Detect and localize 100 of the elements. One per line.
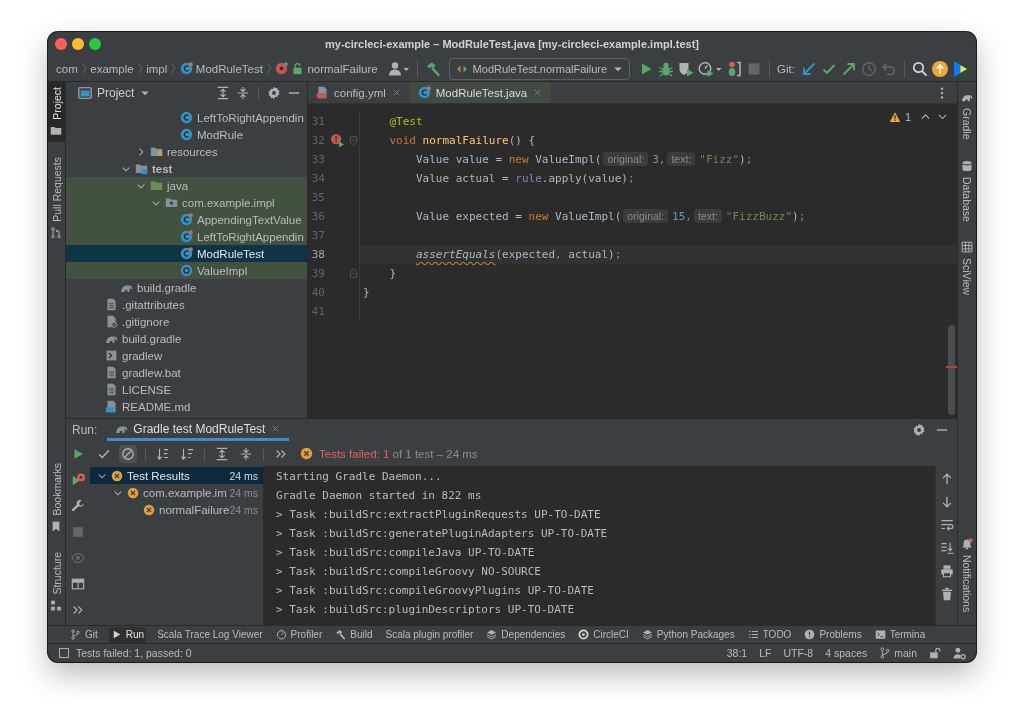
tree-item[interactable]: ModRuleTest bbox=[180, 247, 265, 260]
tool-window-button[interactable]: Problems bbox=[802, 626, 864, 643]
test-node[interactable]: Test Results bbox=[111, 469, 190, 482]
tree-item[interactable]: LeftToRightAppendin bbox=[180, 230, 304, 243]
bug-icon[interactable] bbox=[658, 60, 675, 77]
triangle-logo-icon[interactable] bbox=[952, 60, 968, 77]
zoom-window-button[interactable] bbox=[89, 38, 101, 50]
hammer-icon[interactable] bbox=[424, 60, 441, 77]
tree-item[interactable]: resources bbox=[150, 145, 218, 158]
collapse-arrows-icon[interactable] bbox=[236, 86, 250, 100]
branch-widget[interactable]: main bbox=[879, 647, 917, 659]
scroll-end-icon[interactable] bbox=[939, 541, 954, 555]
tool-window-button[interactable]: Python Packages bbox=[639, 626, 737, 643]
tool-window-tab[interactable]: Bookmarks bbox=[48, 457, 65, 538]
selected-row[interactable]: Test Results 24 ms bbox=[90, 467, 263, 484]
run-tab[interactable]: Gradle test ModRuleTest bbox=[107, 419, 290, 441]
minimize-window-button[interactable] bbox=[72, 38, 84, 50]
tree-item[interactable]: test bbox=[135, 162, 173, 175]
scrollbar-thumb[interactable] bbox=[948, 325, 955, 415]
printer-icon[interactable] bbox=[939, 564, 954, 578]
breadcrumb-item[interactable]: ModRuleTest bbox=[179, 62, 263, 75]
tree-item[interactable]: LICENSE bbox=[105, 383, 172, 396]
breadcrumb-item[interactable]: impl bbox=[146, 62, 168, 75]
selected-row[interactable]: ModRuleTest bbox=[66, 245, 307, 262]
search-icon[interactable] bbox=[912, 60, 928, 77]
person-gear-icon[interactable] bbox=[953, 646, 966, 660]
tree-item[interactable]: README.md bbox=[105, 400, 191, 413]
tool-window-button[interactable]: Git bbox=[68, 626, 100, 643]
tool-window-tab[interactable]: Structure bbox=[48, 547, 65, 617]
trash-icon[interactable] bbox=[939, 587, 954, 601]
highlighted-row[interactable]: java bbox=[66, 177, 307, 194]
caret-position[interactable]: 38:1 bbox=[726, 647, 748, 659]
tree-item[interactable]: .gitattributes bbox=[105, 298, 185, 311]
tool-window-button[interactable]: Dependencies bbox=[484, 626, 568, 643]
play-badge-icon[interactable] bbox=[71, 473, 85, 487]
settings-icon[interactable] bbox=[912, 423, 926, 437]
highlighted-row[interactable]: com.example.impl bbox=[66, 194, 307, 211]
lock-open-icon[interactable] bbox=[929, 647, 941, 659]
tree-item[interactable]: gradlew bbox=[105, 349, 163, 362]
tool-window-tab[interactable]: SciView bbox=[958, 236, 976, 301]
warning-icon[interactable] bbox=[888, 110, 901, 123]
tool-window-tab[interactable]: Notifications bbox=[958, 532, 976, 617]
failed-run-icon[interactable] bbox=[330, 133, 345, 148]
file-encoding[interactable]: UTF-8 bbox=[783, 647, 814, 659]
tree-item[interactable]: com.example.impl bbox=[165, 196, 275, 209]
layout-icon[interactable] bbox=[71, 577, 85, 591]
double-chevron-icon[interactable] bbox=[71, 603, 85, 617]
tool-window-tab[interactable]: Project bbox=[48, 82, 65, 142]
test-node[interactable]: com.example.im bbox=[127, 486, 227, 499]
window-icon bbox=[78, 86, 92, 100]
editor-tab[interactable]: ModRuleTest.java bbox=[409, 82, 552, 103]
highlighted-row[interactable]: LeftToRightAppendin bbox=[66, 228, 307, 245]
tree-item[interactable]: ModRule bbox=[180, 128, 244, 141]
arrow-up-circle-icon[interactable] bbox=[932, 60, 948, 77]
tool-window-button[interactable]: CircleCI bbox=[576, 626, 631, 643]
line-number: 41 bbox=[310, 305, 325, 318]
run-configuration-dropdown[interactable]: ModRuleTest.normalFailure bbox=[448, 57, 631, 80]
tool-window-button[interactable]: Build bbox=[333, 626, 375, 643]
warning-count[interactable]: 1 bbox=[904, 110, 911, 123]
breadcrumb-item[interactable]: normalFailure bbox=[275, 62, 378, 75]
no-entry-icon[interactable] bbox=[119, 444, 137, 463]
tool-window-button[interactable]: Termina bbox=[872, 626, 928, 643]
test-node[interactable]: normalFailure bbox=[143, 503, 230, 516]
highlighted-row[interactable]: ValueImpl bbox=[66, 262, 307, 279]
tool-window-button[interactable]: Scala Trace Log Viewer bbox=[155, 626, 265, 643]
arrow-down-left-icon[interactable] bbox=[801, 60, 817, 77]
shield-play-icon[interactable] bbox=[678, 60, 695, 77]
branch-icon bbox=[70, 629, 81, 640]
settings-icon[interactable] bbox=[267, 86, 281, 100]
tool-window-tab[interactable]: Pull Requests bbox=[48, 151, 65, 244]
tree-item[interactable]: LeftToRightAppendin bbox=[180, 111, 304, 124]
panel-title[interactable]: Project bbox=[97, 86, 135, 100]
tree-item[interactable]: ValueImpl bbox=[180, 264, 248, 277]
highlighted-row[interactable]: AppendingTextValue bbox=[66, 211, 307, 228]
tree-item[interactable]: gradlew.bat bbox=[105, 366, 181, 379]
tool-window-button[interactable]: Scala plugin profiler bbox=[383, 626, 476, 643]
tool-window-button[interactable]: TODO bbox=[745, 626, 794, 643]
tool-window-button[interactable]: Run bbox=[108, 626, 147, 643]
breadcrumb-item[interactable]: com bbox=[56, 62, 78, 75]
dots-bracket-icon[interactable] bbox=[726, 60, 743, 77]
square-icon[interactable] bbox=[58, 647, 70, 659]
wrench-icon[interactable] bbox=[71, 499, 85, 513]
tree-item[interactable]: .gitignore bbox=[105, 315, 170, 328]
tree-item[interactable]: AppendingTextValue bbox=[180, 213, 302, 226]
editor-tab[interactable]: config.yml bbox=[308, 82, 410, 103]
tree-item[interactable]: build.gradle bbox=[105, 332, 182, 345]
tree-item[interactable]: build.gradle bbox=[120, 281, 197, 294]
wrap-icon[interactable] bbox=[939, 518, 954, 532]
person-menu-icon[interactable] bbox=[387, 60, 410, 77]
tool-window-button[interactable]: Profiler bbox=[273, 626, 325, 643]
close-window-button[interactable] bbox=[55, 38, 67, 50]
breadcrumb-item[interactable]: example bbox=[90, 62, 134, 75]
expand-arrows-icon[interactable] bbox=[216, 86, 230, 100]
arrow-up-right-icon[interactable] bbox=[841, 60, 857, 77]
line-separator[interactable]: LF bbox=[759, 647, 772, 659]
indent-setting[interactable]: 4 spaces bbox=[825, 647, 868, 659]
tool-window-tab[interactable]: Database bbox=[958, 154, 976, 227]
tree-item[interactable]: java bbox=[150, 179, 189, 192]
gauge-play-menu-icon[interactable] bbox=[698, 60, 723, 77]
tool-window-tab[interactable]: Gradle bbox=[958, 86, 976, 145]
